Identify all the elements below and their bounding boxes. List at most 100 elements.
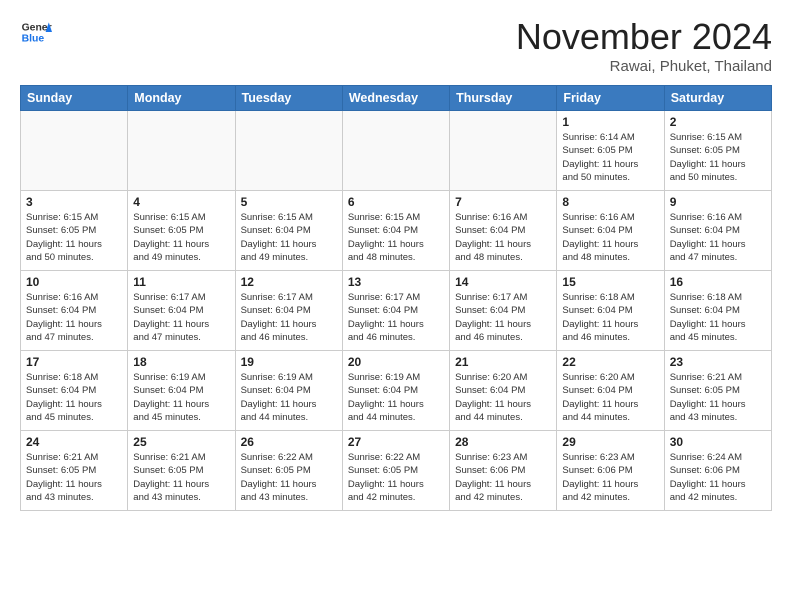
day-info: Sunrise: 6:22 AMSunset: 6:05 PMDaylight:… [241,451,337,504]
day-info: Sunrise: 6:22 AMSunset: 6:05 PMDaylight:… [348,451,444,504]
table-row: 30 Sunrise: 6:24 AMSunset: 6:06 PMDayligh… [664,431,771,511]
day-number: 8 [562,195,658,209]
day-number: 15 [562,275,658,289]
day-number: 22 [562,355,658,369]
table-row: 5 Sunrise: 6:15 AMSunset: 6:04 PMDaylight… [235,191,342,271]
day-number: 7 [455,195,551,209]
day-number: 4 [133,195,229,209]
day-info: Sunrise: 6:15 AMSunset: 6:05 PMDaylight:… [26,211,122,264]
table-row: 16 Sunrise: 6:18 AMSunset: 6:04 PMDayligh… [664,271,771,351]
table-row: 2 Sunrise: 6:15 AMSunset: 6:05 PMDaylight… [664,111,771,191]
day-info: Sunrise: 6:23 AMSunset: 6:06 PMDaylight:… [562,451,658,504]
table-row: 6 Sunrise: 6:15 AMSunset: 6:04 PMDaylight… [342,191,449,271]
day-number: 11 [133,275,229,289]
day-number: 16 [670,275,766,289]
table-row: 29Sunrise: 6:23 AMSunset: 6:06 PMDayligh… [557,431,664,511]
calendar-week-row: 1 Sunrise: 6:14 AMSunset: 6:05 PMDaylight… [21,111,772,191]
day-info: Sunrise: 6:15 AMSunset: 6:05 PMDaylight:… [670,131,766,184]
day-number: 14 [455,275,551,289]
table-row: 21Sunrise: 6:20 AMSunset: 6:04 PMDayligh… [450,351,557,431]
day-number: 3 [26,195,122,209]
table-row: 20Sunrise: 6:19 AMSunset: 6:04 PMDayligh… [342,351,449,431]
table-row: 26 Sunrise: 6:22 AMSunset: 6:05 PMDayligh… [235,431,342,511]
calendar-table: Sunday Monday Tuesday Wednesday Thursday… [20,85,772,511]
day-number: 24 [26,435,122,449]
day-info: Sunrise: 6:18 AMSunset: 6:04 PMDaylight:… [26,371,122,424]
table-row: 9Sunrise: 6:16 AMSunset: 6:04 PMDaylight… [664,191,771,271]
header-wednesday: Wednesday [342,86,449,111]
table-row: 13Sunrise: 6:17 AMSunset: 6:04 PMDayligh… [342,271,449,351]
table-row: 18Sunrise: 6:19 AMSunset: 6:04 PMDayligh… [128,351,235,431]
day-number: 28 [455,435,551,449]
day-info: Sunrise: 6:21 AMSunset: 6:05 PMDaylight:… [26,451,122,504]
day-info: Sunrise: 6:20 AMSunset: 6:04 PMDaylight:… [562,371,658,424]
day-number: 25 [133,435,229,449]
calendar-week-row: 3 Sunrise: 6:15 AMSunset: 6:05 PMDaylight… [21,191,772,271]
day-number: 23 [670,355,766,369]
day-number: 30 [670,435,766,449]
day-info: Sunrise: 6:20 AMSunset: 6:04 PMDaylight:… [455,371,551,424]
day-info: Sunrise: 6:16 AMSunset: 6:04 PMDaylight:… [455,211,551,264]
header-saturday: Saturday [664,86,771,111]
day-number: 5 [241,195,337,209]
day-number: 2 [670,115,766,129]
table-row: 11 Sunrise: 6:17 AMSunset: 6:04 PMDayligh… [128,271,235,351]
day-info: Sunrise: 6:16 AMSunset: 6:04 PMDaylight:… [670,211,766,264]
svg-text:Blue: Blue [22,34,45,45]
day-number: 19 [241,355,337,369]
day-info: Sunrise: 6:15 AMSunset: 6:04 PMDaylight:… [241,211,337,264]
table-row: 28 Sunrise: 6:23 AMSunset: 6:06 PMDayligh… [450,431,557,511]
day-info: Sunrise: 6:21 AMSunset: 6:05 PMDaylight:… [670,371,766,424]
day-info: Sunrise: 6:17 AMSunset: 6:04 PMDaylight:… [133,291,229,344]
table-row: 3 Sunrise: 6:15 AMSunset: 6:05 PMDaylight… [21,191,128,271]
logo: General Blue [20,16,52,48]
table-row: 24 Sunrise: 6:21 AMSunset: 6:05 PMDayligh… [21,431,128,511]
day-info: Sunrise: 6:19 AMSunset: 6:04 PMDaylight:… [241,371,337,424]
day-info: Sunrise: 6:18 AMSunset: 6:04 PMDaylight:… [562,291,658,344]
table-row: 27Sunrise: 6:22 AMSunset: 6:05 PMDayligh… [342,431,449,511]
day-info: Sunrise: 6:21 AMSunset: 6:05 PMDaylight:… [133,451,229,504]
table-row: 17Sunrise: 6:18 AMSunset: 6:04 PMDayligh… [21,351,128,431]
location-subtitle: Rawai, Phuket, Thailand [516,58,772,75]
day-info: Sunrise: 6:17 AMSunset: 6:04 PMDaylight:… [455,291,551,344]
day-info: Sunrise: 6:16 AMSunset: 6:04 PMDaylight:… [26,291,122,344]
day-number: 6 [348,195,444,209]
day-number: 10 [26,275,122,289]
calendar-week-row: 24 Sunrise: 6:21 AMSunset: 6:05 PMDayligh… [21,431,772,511]
header-sunday: Sunday [21,86,128,111]
table-row [235,111,342,191]
calendar-page: General Blue November 2024 Rawai, Phuket… [0,0,792,521]
table-row: 22 Sunrise: 6:20 AMSunset: 6:04 PMDayligh… [557,351,664,431]
table-row: 1 Sunrise: 6:14 AMSunset: 6:05 PMDaylight… [557,111,664,191]
header-tuesday: Tuesday [235,86,342,111]
day-info: Sunrise: 6:18 AMSunset: 6:04 PMDaylight:… [670,291,766,344]
calendar-body: 1 Sunrise: 6:14 AMSunset: 6:05 PMDaylight… [21,111,772,511]
day-info: Sunrise: 6:17 AMSunset: 6:04 PMDaylight:… [348,291,444,344]
day-info: Sunrise: 6:23 AMSunset: 6:06 PMDaylight:… [455,451,551,504]
day-info: Sunrise: 6:24 AMSunset: 6:06 PMDaylight:… [670,451,766,504]
table-row: 8Sunrise: 6:16 AMSunset: 6:04 PMDaylight… [557,191,664,271]
logo-icon: General Blue [20,16,52,48]
day-number: 26 [241,435,337,449]
day-number: 18 [133,355,229,369]
header: General Blue November 2024 Rawai, Phuket… [20,16,772,75]
day-number: 12 [241,275,337,289]
table-row [450,111,557,191]
table-row: 14 Sunrise: 6:17 AMSunset: 6:04 PMDayligh… [450,271,557,351]
title-block: November 2024 Rawai, Phuket, Thailand [516,16,772,75]
calendar-header: Sunday Monday Tuesday Wednesday Thursday… [21,86,772,111]
day-number: 1 [562,115,658,129]
day-info: Sunrise: 6:14 AMSunset: 6:05 PMDaylight:… [562,131,658,184]
month-title: November 2024 [516,16,772,58]
table-row: 25 Sunrise: 6:21 AMSunset: 6:05 PMDayligh… [128,431,235,511]
header-friday: Friday [557,86,664,111]
day-info: Sunrise: 6:17 AMSunset: 6:04 PMDaylight:… [241,291,337,344]
weekday-header-row: Sunday Monday Tuesday Wednesday Thursday… [21,86,772,111]
day-info: Sunrise: 6:15 AMSunset: 6:04 PMDaylight:… [348,211,444,264]
table-row: 4 Sunrise: 6:15 AMSunset: 6:05 PMDaylight… [128,191,235,271]
table-row [21,111,128,191]
table-row [128,111,235,191]
day-info: Sunrise: 6:15 AMSunset: 6:05 PMDaylight:… [133,211,229,264]
table-row [342,111,449,191]
header-monday: Monday [128,86,235,111]
